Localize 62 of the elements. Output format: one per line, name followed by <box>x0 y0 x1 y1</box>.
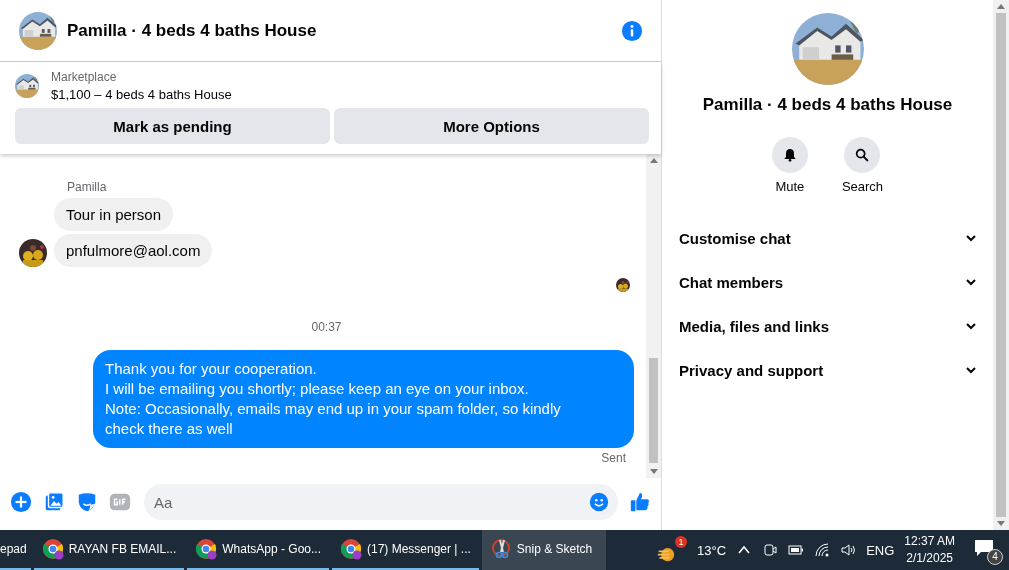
section-header[interactable]: Chat members <box>679 260 977 304</box>
chevron-icon <box>965 364 977 376</box>
taskbar-app[interactable]: (17) Messenger | ... <box>332 530 479 570</box>
scrollbar[interactable] <box>993 0 1009 530</box>
listing-action-button[interactable]: Mark as pending <box>15 108 330 144</box>
taskbar-app[interactable]: RAYAN FB EMAIL... <box>33 530 185 570</box>
sticker-icon[interactable] <box>76 491 98 513</box>
search-icon <box>854 147 871 163</box>
section-header[interactable]: Customise chat <box>679 216 977 260</box>
app-label: RAYAN FB EMAIL... <box>68 542 177 556</box>
thumbs-up-icon[interactable] <box>629 491 651 513</box>
chevron-icon <box>965 320 977 332</box>
wifi-icon[interactable] <box>814 542 831 558</box>
action-label: Search <box>841 179 884 194</box>
message-time: 00:37 <box>311 320 342 334</box>
message-bubble: Tour in person <box>54 198 174 231</box>
language-indicator[interactable]: ENG <box>866 542 895 558</box>
camera-icon[interactable] <box>762 542 779 558</box>
section-label: Chat members <box>679 273 784 291</box>
section-label: Media, files and links <box>679 317 830 335</box>
section-label: Customise chat <box>679 229 791 247</box>
chevron-icon <box>965 232 977 244</box>
clock-time[interactable]: 12:37 AM <box>904 533 955 550</box>
search-button[interactable] <box>844 137 881 173</box>
app-label: WhatsApp - Goo... <box>222 542 321 556</box>
message-field[interactable]: Aa <box>144 484 618 520</box>
message-status: Sent <box>601 451 626 465</box>
plus-icon[interactable] <box>10 491 32 513</box>
browser-icon <box>41 538 64 560</box>
sender-name: Pamilla <box>67 180 108 194</box>
taskbar-app[interactable]: epad <box>0 530 31 570</box>
chevron-icon <box>965 276 977 288</box>
image-icon[interactable] <box>43 491 65 513</box>
browser-icon <box>340 538 362 560</box>
battery-icon[interactable] <box>788 542 805 558</box>
conversation-name: Pamilla · 4 beds 4 baths House <box>702 95 953 115</box>
temperature: 13°C <box>697 542 727 558</box>
section-header[interactable]: Media, files and links <box>679 304 977 348</box>
app-label: Snip & Sketch <box>516 542 593 556</box>
browser-icon <box>195 538 218 560</box>
notification-badge: 1 <box>675 536 688 548</box>
listing-label: Marketplace <box>51 70 118 84</box>
info-icon[interactable] <box>621 19 643 42</box>
taskbar-app[interactable]: Snip & Sketch <box>481 530 607 570</box>
chat-title: Pamilla · 4 beds 4 baths House <box>67 20 318 41</box>
listing-title: $1,100 – 4 beds 4 baths House <box>51 87 232 102</box>
app-label: epad <box>0 542 27 556</box>
listing-action-button[interactable]: More Options <box>334 108 649 144</box>
taskbar-app[interactable]: WhatsApp - Goo... <box>187 530 329 570</box>
scrollbar[interactable] <box>646 154 661 478</box>
message-bubble: pnfulmore@aol.com <box>54 234 213 267</box>
action-label: Mute <box>775 179 805 194</box>
app-label: (17) Messenger | ... <box>367 542 471 556</box>
notification-badge: 4 <box>987 549 1003 565</box>
speaker-icon[interactable] <box>840 542 857 558</box>
scissors-icon <box>489 538 512 560</box>
mute-button[interactable] <box>771 137 808 173</box>
section-header[interactable]: Privacy and support <box>679 348 977 392</box>
message-bubble: Thank you for your cooperation. I will be emailing you shortly; please keep an eye on your inbox. Note: Occasionally, emails may end up in your spam folder, so kindly check there as well <box>93 350 634 448</box>
section-label: Privacy and support <box>679 361 824 379</box>
emoji-icon[interactable] <box>588 491 610 513</box>
clock-date[interactable]: 2/1/2025 <box>906 550 953 567</box>
